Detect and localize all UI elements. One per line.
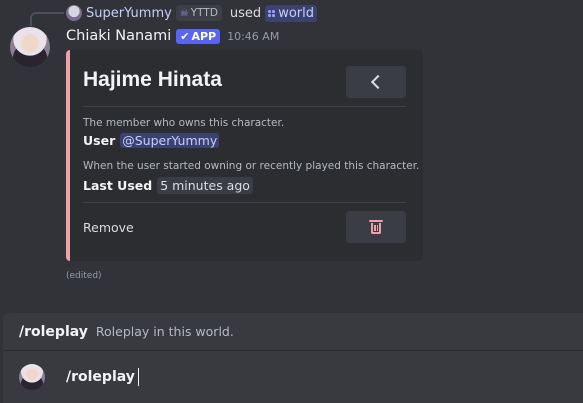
author-avatar[interactable] xyxy=(10,27,50,67)
embed-title: Hajime Hinata xyxy=(83,68,222,91)
edited-label: (edited) xyxy=(66,271,102,281)
remove-label: Remove xyxy=(83,220,134,235)
user-mention[interactable]: @SuperYummy xyxy=(120,133,220,148)
author-name[interactable]: Chiaki Nanami xyxy=(66,28,171,44)
suggestion-command-description: Roleplay in this world. xyxy=(95,324,234,339)
input-value: /roleplay xyxy=(66,369,135,385)
message-header: Chiaki Nanami ✔ APP 10:46 AM xyxy=(66,26,279,46)
user-field-description: The member who owns this character. xyxy=(83,117,285,129)
message-input[interactable]: /roleplay xyxy=(3,351,583,403)
checkmark-icon: ✔ xyxy=(180,29,190,43)
reply-user-avatar[interactable] xyxy=(66,5,82,21)
server-tag[interactable]: ☠ YTTD xyxy=(175,5,222,21)
reply-reference[interactable]: SuperYummy ☠ YTTD used world xyxy=(66,4,317,22)
message-timestamp[interactable]: 10:46 AM xyxy=(227,30,279,43)
command-suggestion[interactable]: /roleplay Roleplay in this world. xyxy=(3,313,583,351)
user-field: User @SuperYummy xyxy=(83,133,220,148)
last-used-value: 5 minutes ago xyxy=(157,177,253,194)
message-composer: /roleplay Roleplay in this world. /rolep… xyxy=(3,313,583,403)
text-caret xyxy=(137,368,139,386)
bot-avatar xyxy=(19,364,45,390)
last-used-field: Last Used 5 minutes ago xyxy=(83,177,253,194)
user-field-name: User xyxy=(83,133,116,148)
reply-connector xyxy=(30,12,64,26)
reply-username[interactable]: SuperYummy xyxy=(86,6,172,21)
chevron-left-icon xyxy=(370,74,386,90)
command-mention[interactable]: world xyxy=(265,4,317,22)
embed-divider xyxy=(83,202,406,203)
remove-button[interactable] xyxy=(346,211,406,243)
input-text[interactable]: /roleplay xyxy=(66,368,139,386)
character-embed: Hajime Hinata The member who owns this c… xyxy=(66,50,423,261)
last-used-field-description: When the user started owning or recently… xyxy=(83,160,420,172)
app-command-icon xyxy=(268,9,276,17)
server-tag-label: YTTD xyxy=(190,7,218,19)
command-mention-label: world xyxy=(278,5,314,21)
back-button[interactable] xyxy=(346,66,406,98)
used-label: used xyxy=(229,5,262,21)
app-badge: ✔ APP xyxy=(176,28,221,44)
chat-area: SuperYummy ☠ YTTD used world Chiaki Nana… xyxy=(0,0,583,290)
last-used-field-name: Last Used xyxy=(83,178,153,193)
suggestion-command-name: /roleplay xyxy=(19,323,88,340)
skull-icon: ☠ xyxy=(179,7,189,19)
embed-divider xyxy=(83,106,406,107)
trash-icon xyxy=(369,220,383,234)
app-badge-label: APP xyxy=(191,29,217,43)
